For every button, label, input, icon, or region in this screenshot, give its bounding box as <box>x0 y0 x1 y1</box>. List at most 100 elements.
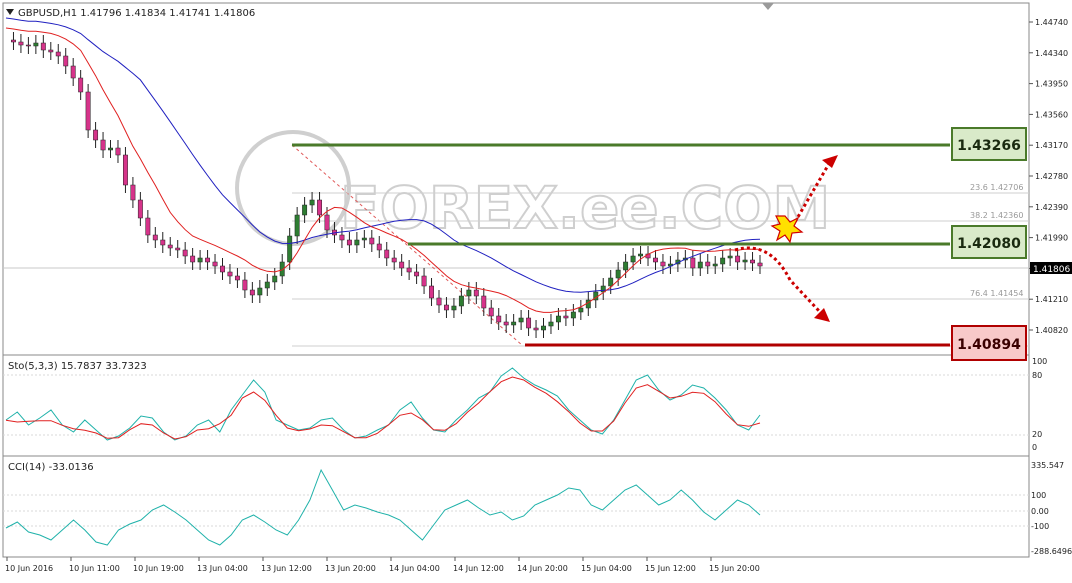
candle-body <box>563 315 569 319</box>
chart-frame <box>2 2 1030 558</box>
candle-body <box>227 271 233 277</box>
candle-body <box>414 271 420 277</box>
candle-body <box>608 277 614 287</box>
candle-body <box>190 255 196 263</box>
price-axis: 1.44740 1.44340 1.43950 1.43560 1.43170 1.427… <box>1029 18 1068 335</box>
chart-window[interactable]: GBPUSD,H1 1.41796 1.41834 1.41741 1.4180… <box>0 0 1072 579</box>
time-tick-label: 14 Jun 20:00 <box>517 564 568 573</box>
price-tick-label: 1.44740 <box>1035 18 1068 27</box>
candle-body <box>541 325 546 331</box>
candle-body <box>399 261 405 269</box>
candle-body <box>488 307 494 317</box>
main-panel-header: GBPUSD,H1 1.41796 1.41834 1.41741 1.4180… <box>18 8 255 19</box>
time-tick-label: 15 Jun 20:00 <box>709 564 760 573</box>
candle-body <box>518 317 524 323</box>
candle-body <box>257 287 263 296</box>
candle-body <box>444 304 449 311</box>
price-tick-label: 1.43170 <box>1035 141 1068 150</box>
candle-body <box>578 307 584 313</box>
candle-body <box>660 261 666 267</box>
candle-body <box>78 77 84 93</box>
price-tick-label: 1.41990 <box>1035 234 1068 243</box>
cci-tick-label: 100 <box>1031 491 1046 500</box>
candle-body <box>555 315 561 323</box>
candle-body <box>108 147 113 151</box>
cci-tick-label: -100 <box>1031 522 1049 531</box>
candle-body <box>354 239 360 246</box>
candle-body <box>705 261 711 267</box>
candle-body <box>720 257 726 265</box>
candle-body <box>234 275 240 281</box>
candle-body <box>757 262 763 267</box>
time-tick-label: 14 Jun 12:00 <box>453 564 504 573</box>
candle-body <box>421 275 427 287</box>
candle-body <box>264 281 270 289</box>
candle-body <box>653 257 658 263</box>
candle-body <box>145 217 151 236</box>
resistance-level-box[interactable]: 1.43266 <box>951 127 1027 161</box>
stoch-tick-label: 20 <box>1032 430 1042 439</box>
candle-body <box>436 297 442 306</box>
candle-body <box>638 253 644 257</box>
candle-body <box>526 317 532 329</box>
candle-body <box>167 244 173 249</box>
candle-body <box>690 257 696 269</box>
candle-body <box>212 261 218 267</box>
candle-body <box>205 257 211 263</box>
candle-body <box>429 285 434 299</box>
fib-label: 38.2 1.42360 <box>970 211 1023 220</box>
candle-body <box>346 239 352 246</box>
candle-body <box>70 65 76 79</box>
candle-body <box>712 263 718 267</box>
candle-body <box>175 247 181 251</box>
candle-body <box>25 44 31 47</box>
time-tick-label: 10 Jun 2016 <box>5 564 53 573</box>
time-tick-label: 10 Jun 19:00 <box>133 564 184 573</box>
cci-tick-label: -288.6496 <box>1031 547 1072 556</box>
candle-body <box>55 51 61 57</box>
candle-body <box>85 91 91 131</box>
pivot-level-box[interactable]: 1.42080 <box>951 225 1027 259</box>
candle-body <box>272 275 278 283</box>
candle-body <box>93 129 99 141</box>
candle-body <box>11 39 16 43</box>
candle-body <box>735 255 741 263</box>
time-tick-label: 10 Jun 11:00 <box>69 564 120 573</box>
candle-body <box>302 204 308 216</box>
candle-body <box>63 55 69 67</box>
candle-body <box>339 234 345 241</box>
candle-body <box>384 249 390 259</box>
candle-body <box>511 321 517 326</box>
candle-body <box>451 305 457 311</box>
time-tick-label: 13 Jun 12:00 <box>261 564 312 573</box>
candle-body <box>361 237 367 241</box>
candle-body <box>406 267 412 273</box>
candle-body <box>496 315 502 323</box>
cci-tick-label: 0.00 <box>1031 507 1049 516</box>
candle-body <box>287 235 293 263</box>
candle-body <box>220 265 225 273</box>
candle-body <box>294 214 300 237</box>
candle-body <box>160 239 166 246</box>
candle-body <box>376 243 382 251</box>
stoch-tick-label: 0 <box>1032 443 1037 452</box>
candle-body <box>317 199 322 216</box>
candle-body <box>242 279 248 291</box>
current-price-label: 1.41806 <box>1033 265 1070 275</box>
candle-body <box>324 214 330 231</box>
candle-body <box>458 295 464 307</box>
resistance-level-label: 1.43266 <box>957 138 1021 154</box>
candle-body <box>623 261 629 271</box>
candle-body <box>570 311 576 319</box>
candle-body <box>533 327 539 331</box>
candle-body <box>130 184 136 201</box>
price-tick-label: 1.43560 <box>1035 110 1068 119</box>
candle-body <box>137 199 143 219</box>
price-tick-label: 1.42780 <box>1035 172 1068 181</box>
support-level-label: 1.40894 <box>957 337 1021 353</box>
cci-panel-header: CCI(14) -33.0136 <box>8 462 94 473</box>
candle-body <box>503 321 509 326</box>
candle-body <box>309 199 315 206</box>
candle-body <box>100 139 106 151</box>
support-level-box[interactable]: 1.40894 <box>951 325 1027 361</box>
